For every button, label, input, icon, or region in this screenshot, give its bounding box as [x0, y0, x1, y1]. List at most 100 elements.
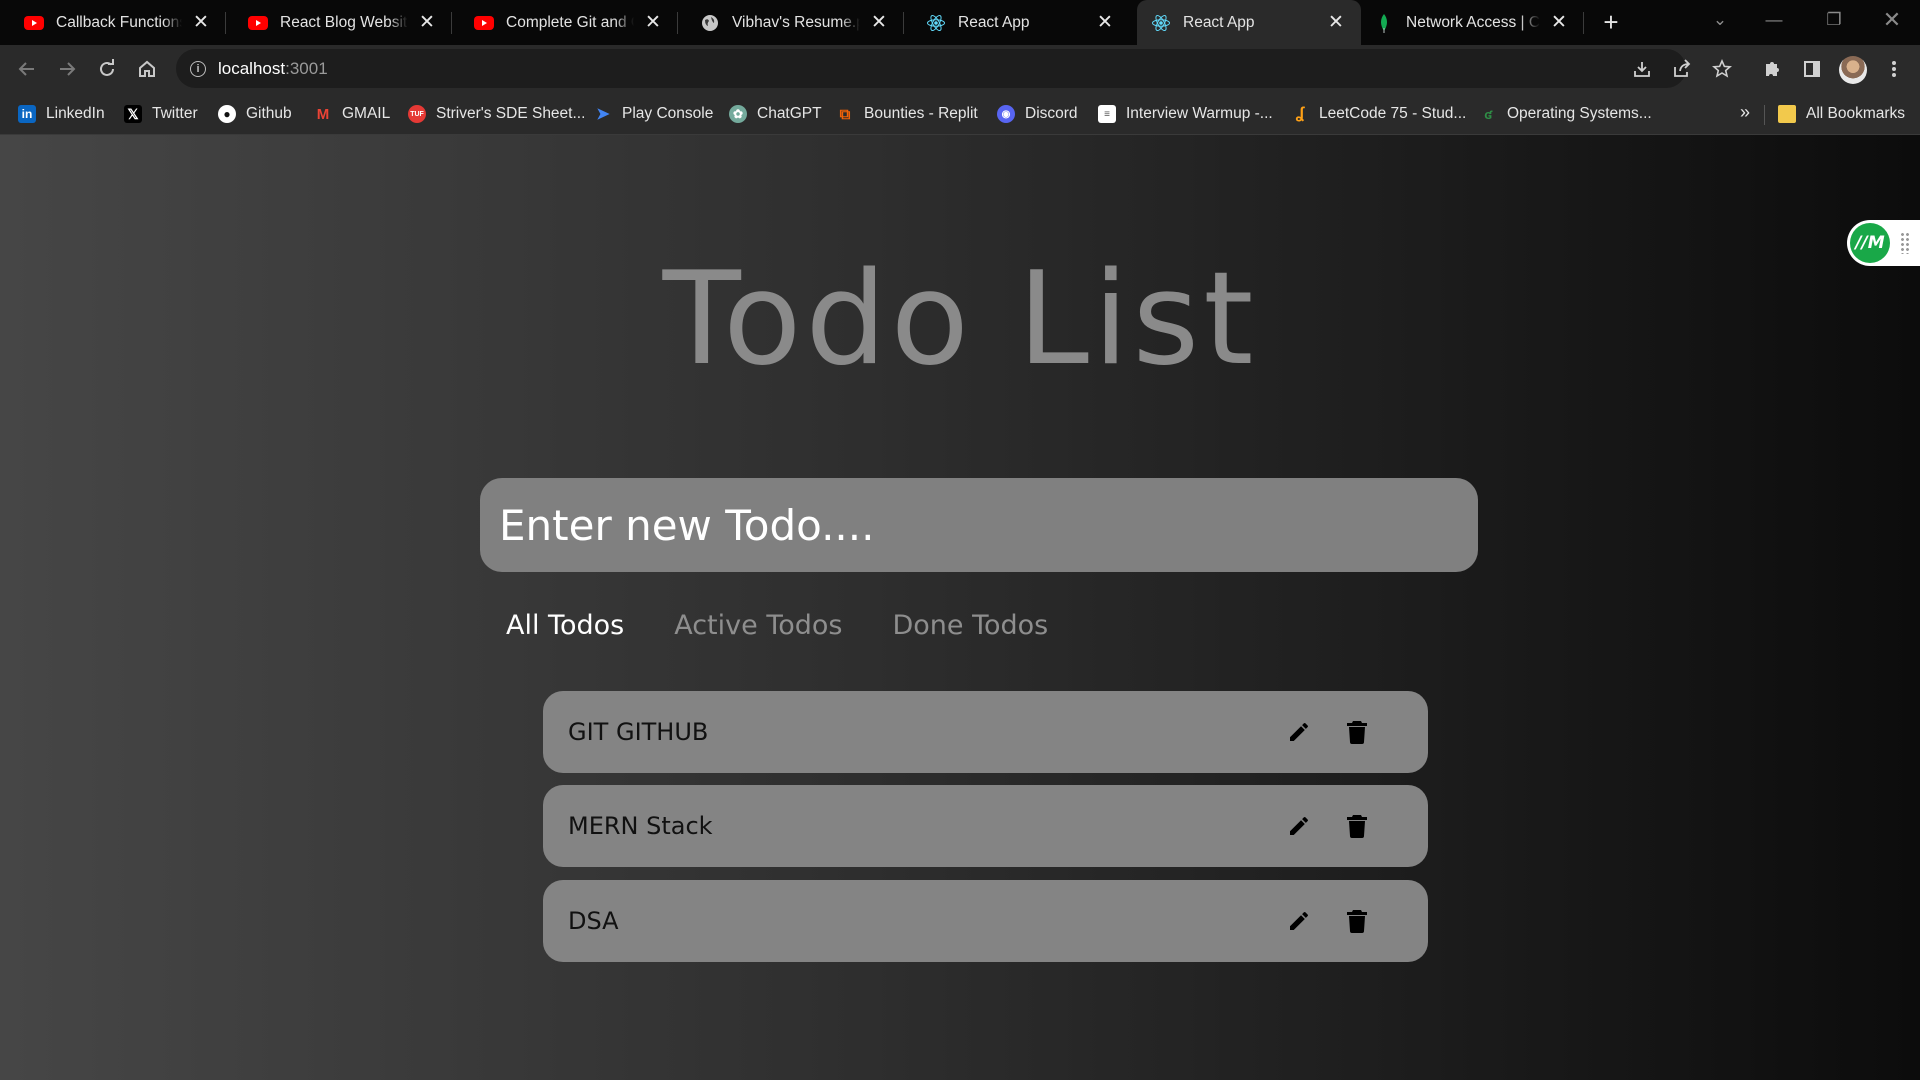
bookmark-striver[interactable]: TUF Striver's SDE Sheet... — [408, 102, 585, 126]
forward-button[interactable] — [52, 54, 82, 84]
filter-done-todos[interactable]: Done Todos — [892, 610, 1048, 641]
tab-search-chevron-icon[interactable]: ⌄ — [1692, 0, 1748, 40]
browser-toolbar: i localhost:3001 — [0, 45, 1920, 92]
url-host: localhost — [218, 58, 286, 78]
close-tab-icon[interactable]: ✕ — [642, 12, 664, 34]
new-tab-button[interactable]: + — [1596, 7, 1626, 37]
leetcode-icon: ʆ — [1295, 105, 1305, 122]
back-button[interactable] — [12, 54, 42, 84]
close-tab-icon[interactable]: ✕ — [868, 12, 890, 34]
tab-1[interactable]: React Blog Website Design ✕ — [226, 0, 452, 45]
close-tab-icon[interactable]: ✕ — [416, 12, 438, 34]
all-bookmarks-label: All Bookmarks — [1806, 105, 1906, 122]
app-title: Todo List — [662, 245, 1258, 394]
arrow-right-icon — [60, 62, 76, 76]
bookmark-gmail[interactable]: M GMAIL — [314, 102, 390, 126]
restore-button[interactable]: ❐ — [1806, 0, 1862, 40]
pencil-icon[interactable] — [1284, 717, 1314, 747]
mongodb-leaf-icon — [1374, 13, 1394, 33]
tab-title: Complete Git and GitHub — [506, 13, 634, 31]
filter-tabs: All Todos Active Todos Done Todos — [506, 610, 1048, 641]
bookmark-label: LinkedIn — [46, 105, 105, 122]
filter-all-todos[interactable]: All Todos — [506, 610, 624, 641]
geeks-icon: ʛ — [1484, 106, 1492, 122]
address-bar[interactable]: i localhost:3001 — [176, 49, 1686, 88]
pencil-icon[interactable] — [1284, 906, 1314, 936]
folder-icon — [1778, 105, 1796, 123]
all-bookmarks-folder[interactable]: All Bookmarks — [1778, 102, 1905, 126]
tab-title: React App — [1183, 13, 1255, 31]
chatgpt-icon: ✿ — [729, 105, 747, 123]
play-console-icon: ➤ — [596, 106, 610, 123]
todo-text: DSA — [568, 907, 619, 935]
tab-0[interactable]: Callback Functions in JavaScript ✕ — [0, 0, 226, 45]
bookmark-label: LeetCode 75 - Stud... — [1319, 105, 1467, 122]
page-viewport: Todo List All Todos Active Todos Done To… — [0, 135, 1920, 1080]
url-port: :3001 — [285, 58, 328, 78]
minimize-button[interactable]: — — [1746, 0, 1802, 40]
linkedin-icon: in — [18, 105, 36, 123]
todo-item[interactable]: DSA — [543, 880, 1428, 962]
bookmark-label: Interview Warmup -... — [1126, 105, 1273, 122]
todo-item[interactable]: MERN Stack — [543, 785, 1428, 867]
bookmark-replit[interactable]: ⧉ Bounties - Replit — [836, 102, 978, 126]
profile-avatar[interactable] — [1839, 56, 1867, 84]
close-tab-icon[interactable]: ✕ — [1325, 12, 1347, 34]
globe-icon — [700, 13, 720, 33]
reload-button[interactable] — [92, 54, 122, 84]
bookmark-github[interactable]: ● Github — [218, 102, 292, 126]
todo-text: GIT GITHUB — [568, 718, 709, 746]
tab-3[interactable]: Vibhav's Resume.pdf ✕ — [678, 0, 904, 45]
bookmark-linkedin[interactable]: in LinkedIn — [18, 102, 105, 126]
bookmark-chatgpt[interactable]: ✿ ChatGPT — [729, 102, 822, 126]
tab-5-active[interactable]: React App ✕ — [1137, 0, 1361, 45]
pencil-icon[interactable] — [1284, 811, 1314, 841]
extensions-puzzle-icon[interactable] — [1758, 55, 1786, 83]
close-tab-icon[interactable]: ✕ — [1548, 12, 1570, 34]
trash-icon[interactable] — [1342, 717, 1372, 747]
bookmark-star-icon[interactable] — [1708, 55, 1736, 83]
site-info-icon[interactable]: i — [190, 60, 206, 77]
bookmark-operating-systems[interactable]: ʛ Operating Systems... — [1479, 102, 1652, 126]
tab-title: React Blog Website Design — [280, 13, 408, 31]
bookmarks-bar: in LinkedIn 𝕏 Twitter ● Github M GMAIL TUF St… — [0, 92, 1920, 135]
bookmark-label: Discord — [1025, 105, 1078, 122]
home-button[interactable] — [132, 54, 162, 84]
tab-title: Vibhav's Resume.pdf — [732, 13, 860, 31]
trash-icon[interactable] — [1342, 906, 1372, 936]
bookmark-interview-warmup[interactable]: ≡ Interview Warmup -... — [1098, 102, 1273, 126]
close-tab-icon[interactable]: ✕ — [1094, 12, 1116, 34]
bookmark-discord[interactable]: ◉ Discord — [997, 102, 1078, 126]
trash-icon[interactable] — [1342, 811, 1372, 841]
bookmark-label: ChatGPT — [757, 105, 822, 122]
new-todo-input[interactable] — [480, 478, 1478, 572]
reload-icon — [100, 59, 114, 76]
side-panel-icon[interactable] — [1798, 55, 1826, 83]
install-app-icon[interactable] — [1628, 55, 1656, 83]
bookmark-label: Twitter — [152, 105, 198, 122]
todo-item[interactable]: GIT GITHUB — [543, 691, 1428, 773]
extension-logo-icon: //M — [1850, 223, 1890, 263]
drag-handle-icon[interactable] — [1900, 232, 1910, 254]
youtube-icon — [474, 13, 494, 33]
todo-text: MERN Stack — [568, 812, 713, 840]
kebab-menu-icon[interactable] — [1880, 55, 1908, 83]
close-window-button[interactable]: ✕ — [1864, 0, 1920, 40]
tab-6[interactable]: Network Access | Cloud ✕ — [1362, 0, 1584, 45]
filter-active-todos[interactable]: Active Todos — [674, 610, 842, 641]
discord-icon: ◉ — [997, 105, 1015, 123]
tab-title: Callback Functions in JavaScript — [56, 13, 182, 31]
more-bookmarks-chevron-icon[interactable]: » — [1740, 102, 1750, 123]
bookmark-play-console[interactable]: ➤ Play Console — [594, 102, 713, 126]
tab-2[interactable]: Complete Git and GitHub ✕ — [452, 0, 678, 45]
bookmark-twitter[interactable]: 𝕏 Twitter — [124, 102, 198, 126]
replit-icon: ⧉ — [839, 105, 851, 123]
share-icon[interactable] — [1668, 55, 1696, 83]
bookmark-leetcode[interactable]: ʆ LeetCode 75 - Stud... — [1291, 102, 1467, 126]
tab-4[interactable]: React App ✕ — [904, 0, 1130, 45]
tuf-icon: TUF — [408, 105, 426, 123]
bookmark-label: GMAIL — [342, 105, 391, 122]
close-tab-icon[interactable]: ✕ — [190, 12, 212, 34]
extension-floating-badge[interactable]: //M — [1847, 220, 1920, 266]
bookmark-label: Bounties - Replit — [864, 105, 978, 122]
